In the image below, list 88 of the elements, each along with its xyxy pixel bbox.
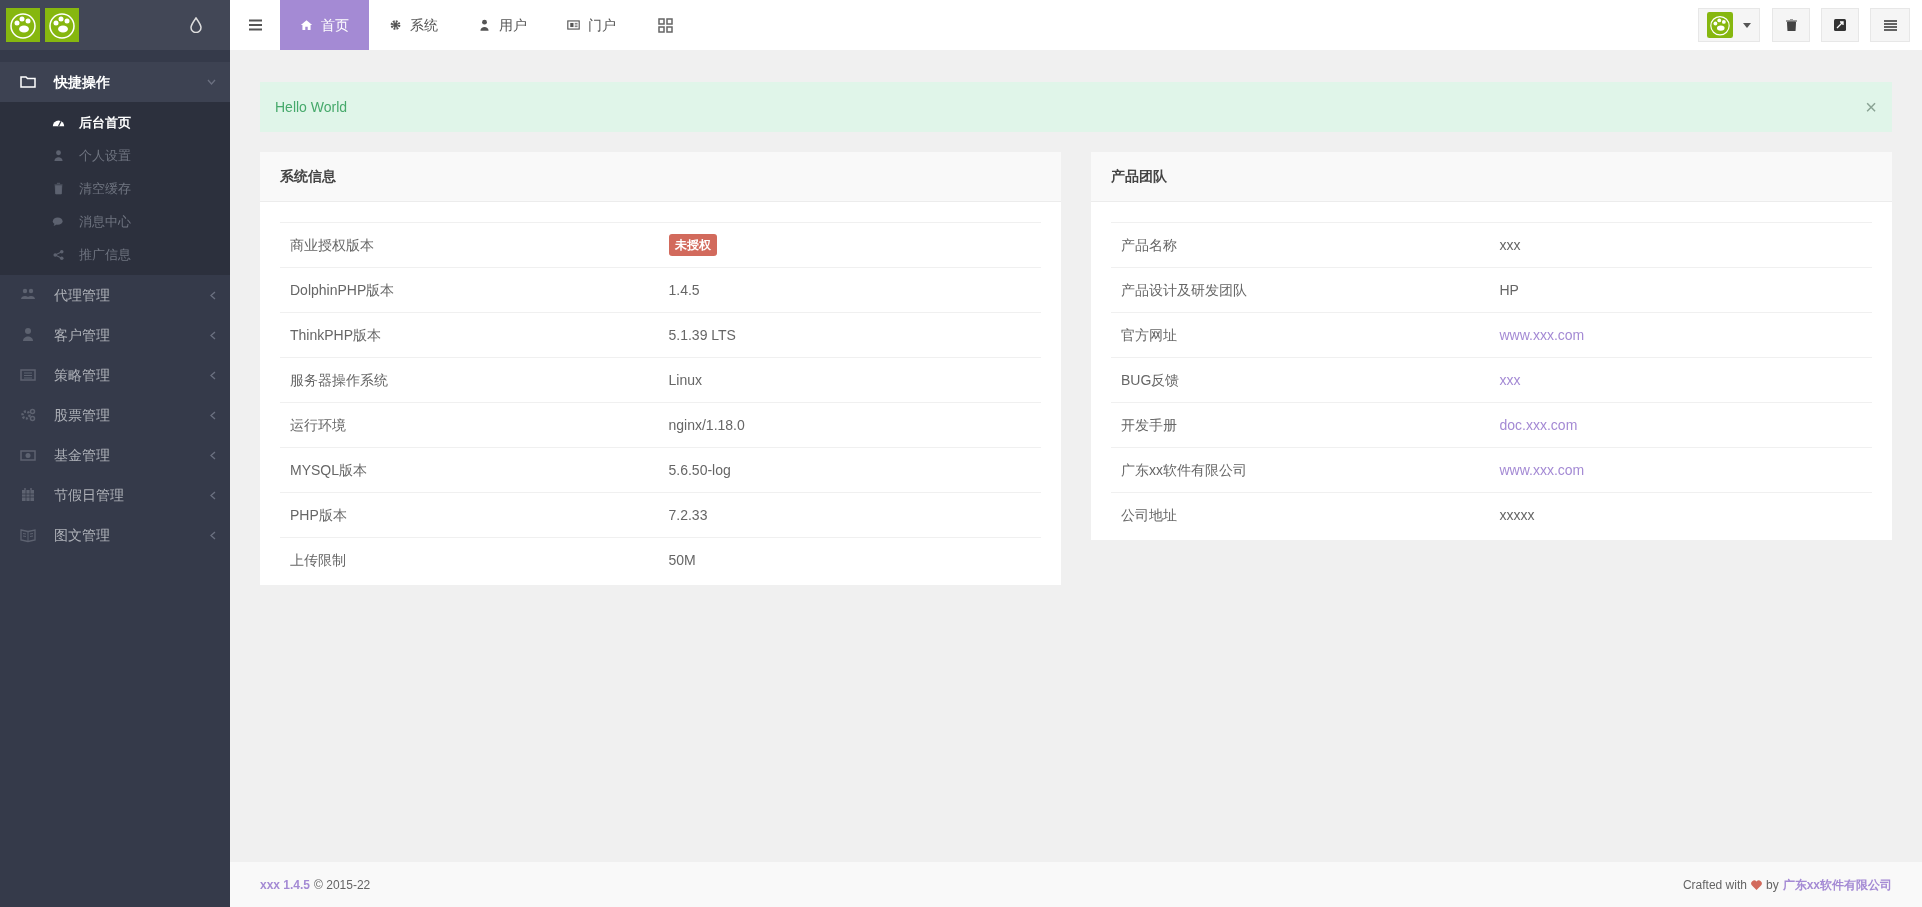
list-card-icon xyxy=(20,367,36,383)
caret-icon xyxy=(1743,22,1751,28)
sidebar-subitem[interactable]: 个人设置 xyxy=(0,139,230,172)
link[interactable]: www.xxx.com xyxy=(1499,326,1585,343)
sidebar-subitem[interactable]: 后台首页 xyxy=(0,106,230,139)
table-cell: HP xyxy=(1499,281,1519,298)
grid-icon[interactable] xyxy=(658,17,673,33)
link[interactable]: www.xxx.com xyxy=(1499,461,1585,478)
table-cell: 7.2.33 xyxy=(668,506,708,523)
crafted-with-text: Crafted with xyxy=(1682,876,1747,894)
card-title: 系统信息 xyxy=(280,167,336,186)
sidebar-group-item[interactable]: 股票管理 xyxy=(0,395,230,435)
link[interactable]: doc.xxx.com xyxy=(1499,416,1578,433)
status-badge: 未授权 xyxy=(668,234,717,256)
sidebar-group-item[interactable]: 基金管理 xyxy=(0,435,230,475)
company-link[interactable]: 广东xx软件有限公司 xyxy=(1782,875,1892,894)
table-cell: 50M xyxy=(668,551,696,568)
picture-icon xyxy=(1834,19,1846,31)
sidebar-group-item[interactable]: 快捷操作 xyxy=(0,62,230,102)
table-cell: 5.1.39 LTS xyxy=(668,326,736,343)
sidebar-group-item[interactable]: 客户管理 xyxy=(0,315,230,355)
table-cell: xxx xyxy=(1499,236,1521,253)
image-button[interactable] xyxy=(1821,8,1859,42)
copyright-text: © 2015-22 xyxy=(314,876,371,894)
table-cell: 运行环境 xyxy=(280,402,661,448)
heart-icon xyxy=(1750,879,1762,890)
table-cell: BUG反馈 xyxy=(1111,357,1492,403)
calendar-icon xyxy=(20,487,36,503)
table-cell: xxxxx xyxy=(1499,506,1535,523)
sidebar-subitem[interactable]: 消息中心 xyxy=(0,205,230,238)
paw-avatar-icon xyxy=(1707,12,1733,38)
droplet-icon[interactable] xyxy=(190,17,202,33)
table-cell: 公司地址 xyxy=(1111,492,1492,538)
product-version-link[interactable]: xxx 1.4.5 xyxy=(260,875,311,894)
sidebar-subitem[interactable]: 推广信息 xyxy=(0,238,230,271)
user-icon xyxy=(20,327,36,343)
folder-icon xyxy=(20,74,36,90)
trash-icon xyxy=(1785,19,1797,31)
table-cell: 上传限制 xyxy=(280,537,661,583)
nav-tab[interactable]: 用户 xyxy=(458,0,547,50)
table-cell: 5.6.50-log xyxy=(668,461,731,478)
book-icon xyxy=(20,527,36,543)
sidebar-group-item[interactable]: 策略管理 xyxy=(0,355,230,395)
sidebar-subitem[interactable]: 清空缓存 xyxy=(0,172,230,205)
trash-icon xyxy=(52,180,65,197)
chevron-left-icon xyxy=(210,490,216,500)
card-title: 产品团队 xyxy=(1111,167,1167,186)
paw-logo-icon xyxy=(45,8,79,42)
table-cell: nginx/1.18.0 xyxy=(668,416,745,433)
table-cell: 商业授权版本 xyxy=(280,222,661,268)
table-cell: MYSQL版本 xyxy=(280,447,661,493)
chevron-left-icon xyxy=(210,370,216,380)
sidebar-group-item[interactable]: 图文管理 xyxy=(0,515,230,555)
chevron-left-icon xyxy=(210,330,216,340)
chevron-left-icon xyxy=(210,450,216,460)
nav-tab[interactable]: 系统 xyxy=(369,0,458,50)
chevron-left-icon xyxy=(210,530,216,540)
table-cell: 服务器操作系统 xyxy=(280,357,661,403)
home-icon xyxy=(300,17,313,33)
list-icon xyxy=(1883,19,1897,31)
table-cell: 广东xx软件有限公司 xyxy=(1111,447,1492,493)
list-button[interactable] xyxy=(1870,8,1910,42)
table-cell: 官方网址 xyxy=(1111,312,1492,358)
table-cell: 产品设计及研发团队 xyxy=(1111,267,1492,313)
paw-logo-icon xyxy=(6,8,40,42)
table-cell: ThinkPHP版本 xyxy=(280,312,661,358)
chevron-left-icon xyxy=(210,290,216,300)
table-cell: 产品名称 xyxy=(1111,222,1492,268)
trash-button[interactable] xyxy=(1772,8,1810,42)
user-icon xyxy=(52,147,65,164)
chevron-down-icon xyxy=(207,79,216,85)
nav-tab[interactable]: 门户 xyxy=(547,0,636,50)
link[interactable]: xxx xyxy=(1499,371,1521,388)
sidebar-group-item[interactable]: 代理管理 xyxy=(0,275,230,315)
chevron-left-icon xyxy=(210,410,216,420)
user-icon xyxy=(478,17,491,33)
alert-message: Hello World xyxy=(275,97,349,117)
table-cell: 开发手册 xyxy=(1111,402,1492,448)
banknote-icon xyxy=(20,447,36,463)
newspaper-icon xyxy=(567,17,580,33)
table-cell: 1.4.5 xyxy=(668,281,700,298)
by-text: by xyxy=(1765,876,1779,894)
sidebar-group-item[interactable]: 节假日管理 xyxy=(0,475,230,515)
nav-tab[interactable]: 首页 xyxy=(280,0,369,50)
table-cell: PHP版本 xyxy=(280,492,661,538)
menu-icon[interactable] xyxy=(249,19,262,31)
table-cell: DolphinPHP版本 xyxy=(280,267,661,313)
table-cell: Linux xyxy=(668,371,702,388)
